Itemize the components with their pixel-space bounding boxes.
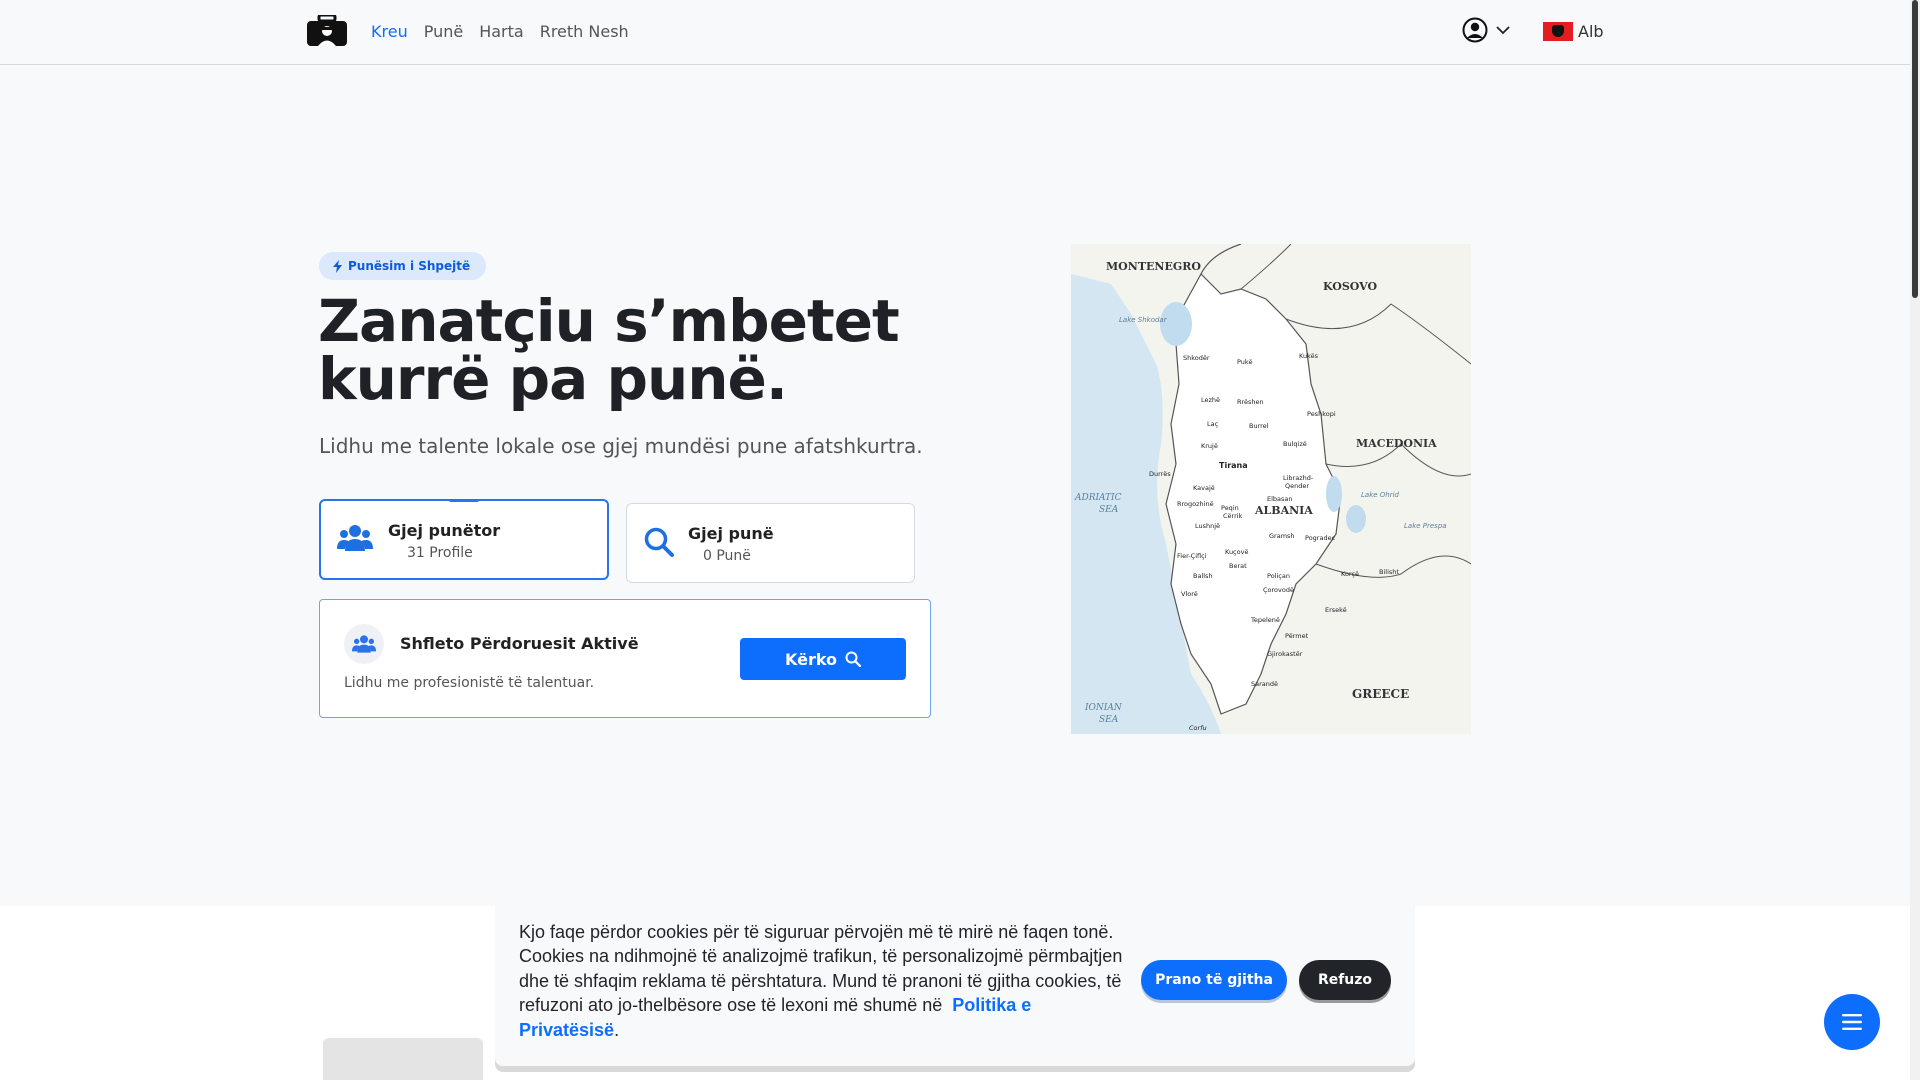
svg-text:Fier-Çiflçi: Fier-Çiflçi [1177,552,1207,560]
svg-text:SEA: SEA [1099,505,1119,515]
svg-text:IONIAN: IONIAN [1084,703,1123,713]
svg-text:Pukë: Pukë [1237,358,1252,366]
svg-text:Poliçan: Poliçan [1267,572,1290,580]
cookie-text: Kjo faqe përdor cookies për të siguruar … [519,920,1124,1042]
svg-text:MONTENEGRO: MONTENEGRO [1106,260,1201,273]
nav-map[interactable]: Harta [479,22,524,41]
reject-button[interactable]: Refuzo [1299,960,1391,1000]
chevron-down-icon [1496,26,1510,35]
svg-text:Korçë: Korçë [1341,570,1359,578]
svg-text:Ersekë: Ersekë [1325,606,1347,614]
svg-text:ALBANIA: ALBANIA [1254,504,1313,517]
find-workers-card[interactable]: Gjej punëtor 31 Profile [319,499,609,580]
svg-text:Peqin: Peqin [1221,504,1239,512]
logo-toolbox-icon[interactable] [306,13,348,47]
svg-text:Elbasan: Elbasan [1267,495,1293,503]
svg-text:GREECE: GREECE [1352,687,1409,701]
svg-text:ADRIATIC: ADRIATIC [1074,493,1122,503]
main-nav: Kreu Punë Harta Rreth Nesh [371,22,629,41]
svg-text:Durrës: Durrës [1149,470,1171,478]
albania-map: MONTENEGRO KOSOVO MACEDONIA ALBANIA GREE… [1071,244,1471,734]
language-label: Alb [1578,22,1604,41]
menu-lines-icon [1842,1014,1862,1030]
svg-text:Pogradec: Pogradec [1305,534,1336,542]
svg-text:Ballsh: Ballsh [1193,572,1213,580]
svg-text:Kuçovë: Kuçovë [1225,548,1248,556]
svg-text:Lushnjë: Lushnjë [1195,522,1220,530]
svg-text:Qender: Qender [1285,482,1309,490]
users-icon [352,635,376,653]
svg-text:Rrëshen: Rrëshen [1237,398,1264,406]
card-subtitle: 0 Punë [703,548,751,564]
accept-all-button[interactable]: Prano të gjitha [1141,960,1287,1000]
cookie-message: Kjo faqe përdor cookies për të siguruar … [519,922,1123,1016]
svg-text:Bilisht: Bilisht [1379,568,1399,576]
svg-text:SEA: SEA [1099,715,1119,725]
svg-text:Lezhë: Lezhë [1201,396,1220,404]
cookie-banner: Kjo faqe përdor cookies për të siguruar … [495,906,1415,1066]
svg-text:Sarandë: Sarandë [1251,680,1278,688]
svg-text:Rrogozhinë: Rrogozhinë [1177,500,1214,508]
search-icon [845,651,862,667]
svg-text:Cërrik: Cërrik [1223,512,1243,520]
top-navbar: Kreu Punë Harta Rreth Nesh Alb [0,0,1910,65]
lightning-icon [333,259,342,273]
svg-text:Vlorë: Vlorë [1181,590,1198,598]
nav-home[interactable]: Kreu [371,22,408,41]
svg-text:Lake Ohrid: Lake Ohrid [1361,491,1400,499]
nav-jobs[interactable]: Punë [424,22,464,41]
browse-title: Shfleto Përdoruesit Aktivë [400,634,639,653]
card-title: Gjej punë [688,524,774,543]
browse-description: Lidhu me profesionistë të talentuar. [344,675,595,691]
user-menu-toggle[interactable] [1462,17,1510,43]
svg-text:Librazhd-: Librazhd- [1283,474,1314,482]
svg-text:Tirana: Tirana [1219,461,1248,470]
svg-text:Tepelenë: Tepelenë [1250,616,1280,624]
hero-subtitle: Lidhu me talente lokale ose gjej mundësi… [319,434,923,458]
svg-text:Lake Prespa: Lake Prespa [1404,522,1447,530]
svg-text:Berat: Berat [1229,562,1247,570]
find-jobs-card[interactable]: Gjej punë 0 Punë [626,503,915,583]
search-button-label: Kërko [784,649,838,669]
albania-flag-icon [1543,22,1573,41]
svg-text:Corfu: Corfu [1189,724,1207,732]
users-icon [337,525,373,551]
menu-fab-button[interactable] [1824,994,1880,1050]
svg-text:Krujë: Krujë [1201,442,1218,450]
placeholder-card [323,1038,483,1080]
search-button[interactable]: Kërko [740,638,906,680]
svg-text:Bulqizë: Bulqizë [1283,440,1307,448]
search-icon [644,527,674,557]
svg-text:Laç: Laç [1207,420,1219,428]
svg-text:Gjirokastër: Gjirokastër [1267,650,1303,658]
svg-text:Kukës: Kukës [1299,352,1319,360]
browse-users-panel: Shfleto Përdoruesit Aktivë Lidhu me prof… [319,599,931,718]
selected-indicator [449,499,479,502]
cookie-period: . [614,1019,620,1040]
svg-text:MACEDONIA: MACEDONIA [1356,437,1437,450]
hero-badge-label: Punësim i Shpejtë [348,259,471,273]
svg-text:Lake Shkodar: Lake Shkodar [1119,316,1168,324]
language-selector[interactable]: Alb [1543,22,1604,41]
card-subtitle: 31 Profile [407,545,473,561]
hero-badge: Punësim i Shpejtë [319,252,487,280]
svg-text:KOSOVO: KOSOVO [1323,280,1378,293]
svg-text:Kavajë: Kavajë [1193,484,1215,492]
nav-about[interactable]: Rreth Nesh [540,22,629,41]
svg-text:Gramsh: Gramsh [1269,532,1295,540]
svg-text:Çorovodë: Çorovodë [1263,586,1294,594]
scrollbar-thumb[interactable] [1912,0,1918,298]
browse-icon-circle [344,624,384,664]
svg-text:Përmet: Përmet [1285,632,1309,640]
svg-text:Peshkopi: Peshkopi [1307,410,1336,418]
svg-text:Shkodër: Shkodër [1183,354,1210,362]
user-circle-icon [1462,17,1488,43]
svg-text:Burrel: Burrel [1249,422,1269,430]
card-title: Gjej punëtor [388,521,501,540]
hero-title: Zanatçiu s’mbetet kurrë pa punë. [318,287,900,413]
